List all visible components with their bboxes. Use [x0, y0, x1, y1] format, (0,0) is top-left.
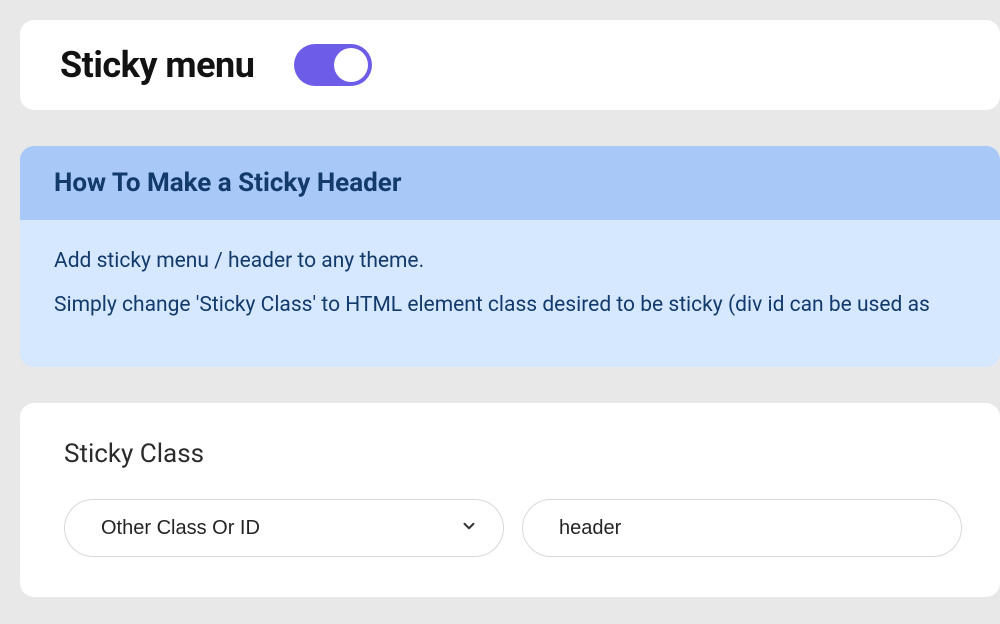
sticky-class-label: Sticky Class — [64, 439, 956, 469]
sticky-menu-toggle[interactable] — [294, 44, 372, 86]
howto-body: Add sticky menu / header to any theme. S… — [20, 220, 1000, 367]
page-container: Sticky menu How To Make a Sticky Header … — [0, 20, 1000, 597]
sticky-class-select-wrap — [64, 499, 504, 557]
sticky-menu-header-card: Sticky menu — [20, 20, 1000, 110]
howto-banner-header: How To Make a Sticky Header — [20, 146, 1000, 220]
howto-banner: How To Make a Sticky Header Add sticky m… — [20, 146, 1000, 367]
sticky-class-select[interactable] — [64, 499, 504, 557]
sticky-class-input[interactable] — [522, 499, 962, 557]
sticky-class-row — [64, 499, 956, 557]
howto-title: How To Make a Sticky Header — [54, 168, 966, 198]
sticky-class-card: Sticky Class — [20, 403, 1000, 597]
howto-line1: Add sticky menu / header to any theme. — [54, 246, 966, 278]
toggle-knob — [334, 48, 368, 82]
howto-line2: Simply change 'Sticky Class' to HTML ele… — [54, 290, 966, 322]
sticky-menu-title: Sticky menu — [60, 44, 254, 86]
